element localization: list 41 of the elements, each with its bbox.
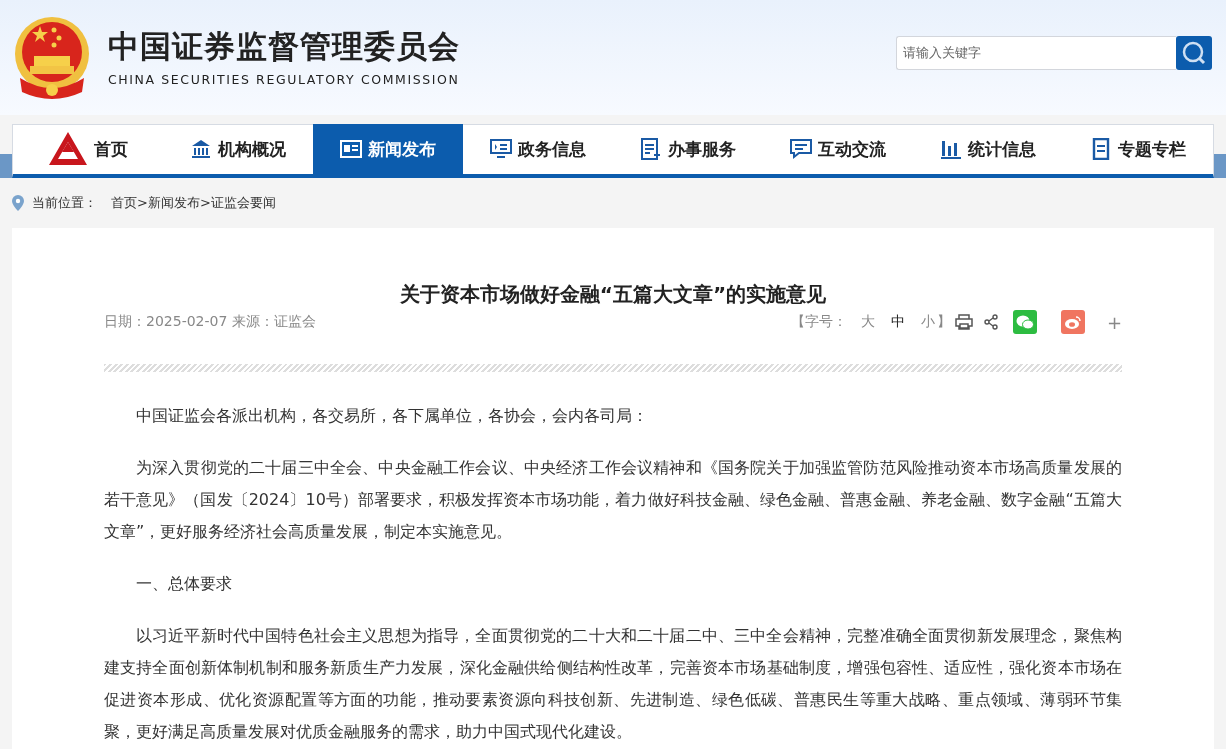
logo-icon	[48, 131, 88, 167]
weibo-share-button[interactable]	[1060, 310, 1085, 334]
paragraph: 中国证监会各派出机构，各交易所，各下属单位，各协会，会内各司局：	[135, 405, 649, 427]
print-icon[interactable]	[954, 314, 973, 330]
site-subtitle: CHINA SECURITIES REGULATORY COMMISSION	[108, 72, 460, 87]
paragraph: 一、总体要求	[135, 573, 233, 595]
breadcrumb-label: 当前位置：	[32, 194, 97, 212]
location-pin-icon	[12, 195, 24, 211]
chat-bubbles-icon	[1015, 314, 1034, 330]
share-icon[interactable]	[982, 314, 999, 330]
nav-tab[interactable]: 办事服务	[613, 124, 763, 174]
search-icon	[1181, 39, 1207, 66]
nav-tab[interactable]: 互动交流	[763, 124, 913, 174]
font-size-option[interactable]: 中	[890, 313, 905, 331]
font-size-option[interactable]: 小	[920, 313, 935, 331]
bracket: 】	[936, 313, 951, 331]
site-title: 中国证券监督管理委员会	[108, 28, 460, 64]
nav-tab[interactable]: 机构概况	[163, 124, 313, 174]
nav-tab[interactable]: 新闻发布	[313, 124, 463, 174]
search-button[interactable]	[1176, 35, 1212, 70]
bar-chart-icon	[940, 138, 962, 160]
monitor-icon	[490, 138, 512, 160]
nav-tab[interactable]: 专题专栏	[1063, 124, 1213, 174]
more-button[interactable]: +	[1106, 311, 1122, 333]
breadcrumb-path: 首页>新闻发布>证监会要闻	[111, 194, 276, 212]
newspaper-icon	[340, 138, 362, 160]
building-icon	[190, 138, 212, 160]
chat-icon	[790, 138, 812, 160]
list-icon	[640, 138, 662, 160]
article-meta: 日期：2025-02-07 来源：证监会	[104, 313, 316, 331]
article-title: 关于资本市场做好金融“五篇大文章”的实施意见	[398, 281, 828, 308]
paragraph: 以习近平新时代中国特色社会主义思想为指导，全面贯彻党的二十大和二十届二中、三中全会精神，完整准确全面贯彻新发展理念，聚焦构建支持全面创新体制机制和服务新质生产力发展，深化金融供给侧结构性改革，完善资本市场基础制度，增强包容性、适应性，强化资本市场在促进资本形成、优化资源配置等方面的功能，推动要素资源向科技创新、先进制造、绿色低碳、普惠民生等重大战略、重点领域、薄弱环节集聚，更好满足高质量发展对优质金融服务的需求，助力中国式现代化建设。	[104, 625, 1122, 743]
eye-swirl-icon	[1063, 314, 1082, 330]
paragraph: 为深入贯彻党的二十届三中全会、中央金融工作会议、中央经济工作会议精神和《国务院关于加强监管防范风险推动资本市场高质量发展的若干意见》（国发〔2024〕10号）部署要求，积极发挥资本市场功能，着力做好科技金融、绿色金融、普惠金融、养老金融、数字金融“五篇大文章”，更好服务经济社会高质量发展，制定本实施意见。	[104, 457, 1122, 543]
search-field[interactable]: 请输入关键字	[896, 35, 1176, 70]
font-size-label: 【字号：	[790, 313, 847, 331]
document-icon	[1090, 138, 1112, 160]
nav-tab[interactable]: 政务信息	[463, 124, 613, 174]
nav-tab[interactable]: 首页	[13, 124, 163, 174]
nav-tab[interactable]: 统计信息	[913, 124, 1063, 174]
font-size-option[interactable]: 大	[860, 313, 875, 331]
